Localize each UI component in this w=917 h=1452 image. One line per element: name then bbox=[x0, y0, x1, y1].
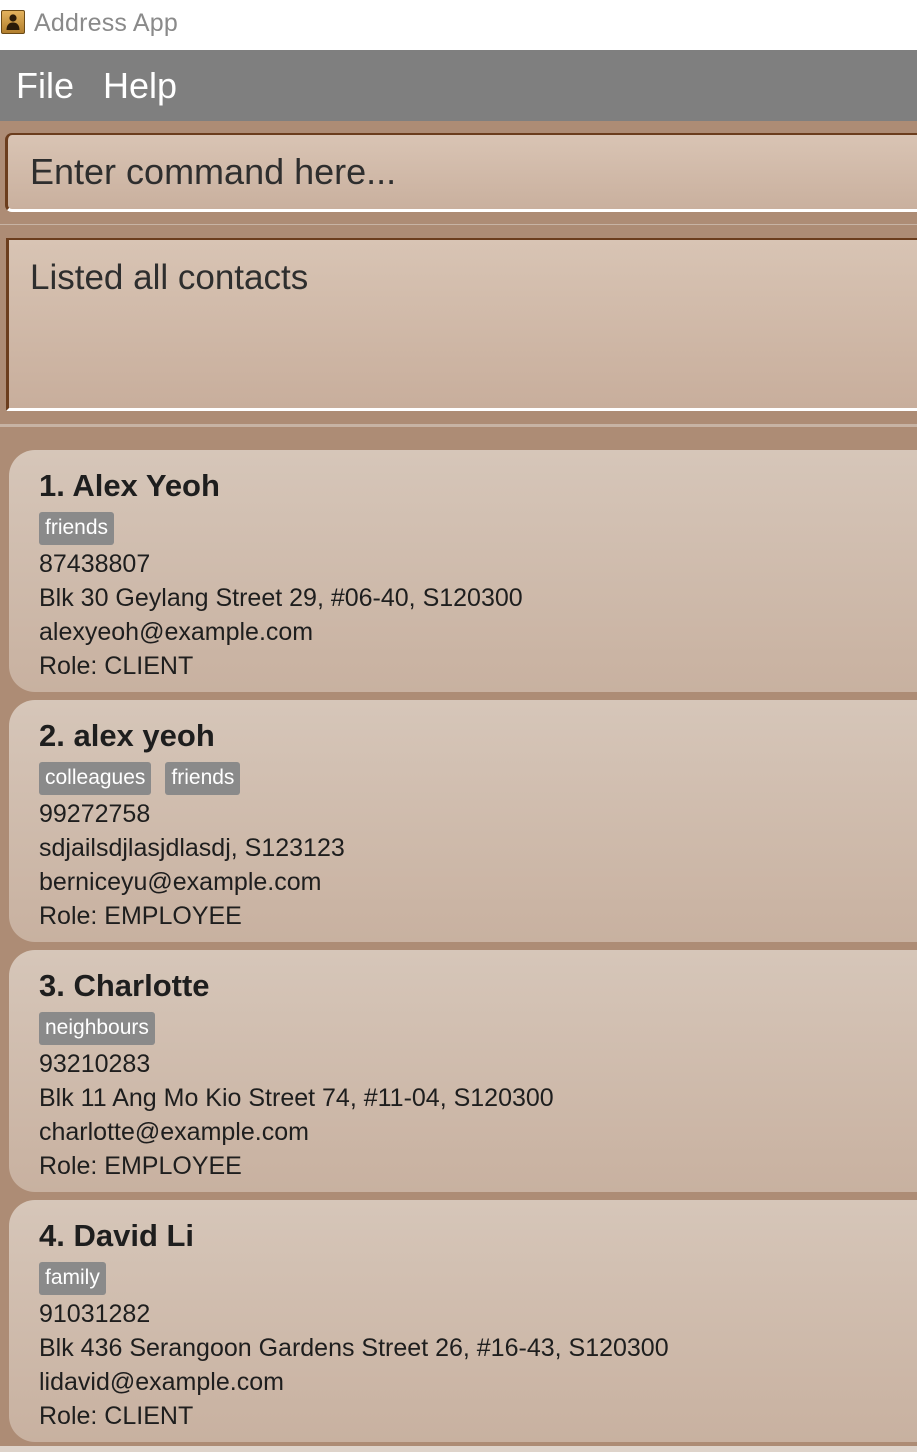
person-email: charlotte@example.com bbox=[39, 1118, 309, 1146]
window-title: Address App bbox=[34, 9, 178, 37]
person-role: Role: EMPLOYEE bbox=[39, 1152, 242, 1180]
person-card[interactable]: 2. alex yeoh colleagues friends 99272758… bbox=[9, 700, 917, 942]
person-address: Blk 30 Geylang Street 29, #06-40, S12030… bbox=[39, 584, 523, 612]
tag: neighbours bbox=[39, 1012, 155, 1045]
tag-list: family bbox=[39, 1262, 106, 1295]
command-box-area bbox=[0, 121, 917, 225]
tag: colleagues bbox=[39, 762, 152, 795]
person-email: berniceyu@example.com bbox=[39, 868, 322, 896]
menu-help[interactable]: Help bbox=[103, 65, 177, 107]
person-address: Blk 436 Serangoon Gardens Street 26, #16… bbox=[39, 1334, 669, 1362]
person-phone: 99272758 bbox=[39, 800, 151, 828]
person-phone: 91031282 bbox=[39, 1300, 151, 1328]
divider bbox=[0, 424, 917, 427]
tag-list: colleagues friends bbox=[39, 762, 241, 795]
person-name: 2. alex yeoh bbox=[39, 718, 215, 753]
person-phone: 93210283 bbox=[39, 1050, 151, 1078]
app-window: Address App File Help Listed all contact… bbox=[0, 0, 917, 1452]
result-text: Listed all contacts bbox=[30, 258, 309, 297]
tag: friends bbox=[39, 512, 115, 545]
person-role: Role: CLIENT bbox=[39, 1402, 194, 1430]
person-card[interactable]: 1. Alex Yeoh friends 87438807 Blk 30 Gey… bbox=[9, 450, 917, 692]
person-list[interactable]: 1. Alex Yeoh friends 87438807 Blk 30 Gey… bbox=[0, 428, 917, 1448]
person-email: lidavid@example.com bbox=[39, 1368, 284, 1396]
person-phone: 87438807 bbox=[39, 550, 151, 578]
menu-bar: File Help bbox=[0, 50, 917, 121]
command-input[interactable] bbox=[30, 151, 910, 193]
tag: family bbox=[39, 1262, 106, 1295]
address-book-icon bbox=[1, 10, 25, 34]
person-role: Role: CLIENT bbox=[39, 652, 194, 680]
person-name: 1. Alex Yeoh bbox=[39, 468, 220, 503]
person-name: 3. Charlotte bbox=[39, 968, 210, 1003]
tag-list: friends bbox=[39, 512, 115, 545]
person-address: sdjailsdjlasjdlasdj, S123123 bbox=[39, 834, 345, 862]
result-display: Listed all contacts bbox=[6, 238, 917, 411]
person-address: Blk 11 Ang Mo Kio Street 74, #11-04, S12… bbox=[39, 1084, 554, 1112]
person-name: 4. David Li bbox=[39, 1218, 195, 1253]
result-display-area: Listed all contacts bbox=[0, 225, 917, 425]
title-bar: Address App bbox=[0, 0, 917, 50]
person-email: alexyeoh@example.com bbox=[39, 618, 314, 646]
status-bar-edge bbox=[0, 1446, 917, 1452]
tag-list: neighbours bbox=[39, 1012, 155, 1045]
person-role: Role: EMPLOYEE bbox=[39, 902, 242, 930]
tag: friends bbox=[165, 762, 241, 795]
person-card[interactable]: 4. David Li family 91031282 Blk 436 Sera… bbox=[9, 1200, 917, 1442]
command-box bbox=[5, 133, 917, 212]
person-card[interactable]: 3. Charlotte neighbours 93210283 Blk 11 … bbox=[9, 950, 917, 1192]
menu-file[interactable]: File bbox=[16, 65, 74, 107]
